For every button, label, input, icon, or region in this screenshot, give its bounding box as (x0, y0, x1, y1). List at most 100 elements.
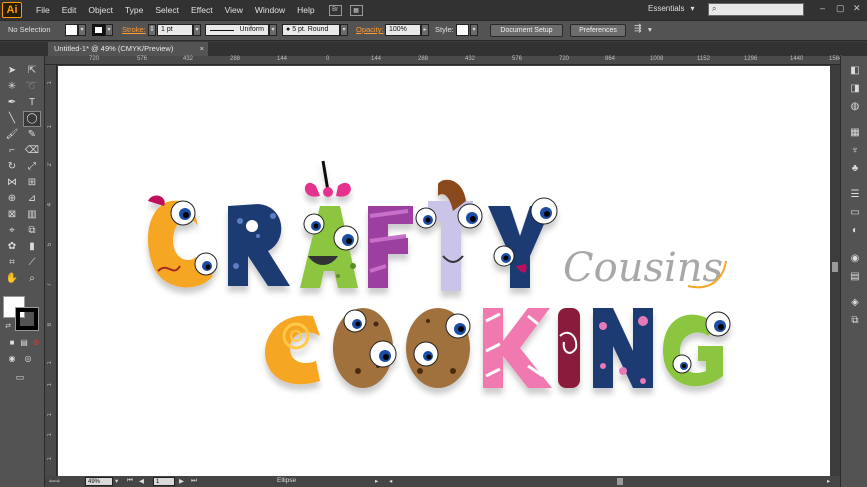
opacity-field[interactable]: 100% (385, 24, 421, 36)
free-transform-tool-icon[interactable]: ⊞ (24, 176, 40, 190)
swatches-icon[interactable]: ▦ (847, 126, 863, 140)
none-mode-icon[interactable]: ⊘ (28, 336, 44, 350)
symbol-sprayer-tool-icon[interactable]: ✿ (4, 240, 20, 254)
workspace-switcher[interactable]: Essentials ▾ (648, 4, 694, 13)
perspective-grid-tool-icon[interactable]: ⊿ (24, 192, 40, 206)
transparency-icon[interactable]: ◐ (847, 224, 863, 238)
shape-builder-tool-icon[interactable]: ⊕ (4, 192, 20, 206)
hand-tool-icon[interactable]: ✋ (4, 272, 20, 286)
screen-mode-icon[interactable]: ▭ (12, 370, 28, 384)
color-guide-icon[interactable]: ◨ (847, 82, 863, 96)
slice-tool-icon[interactable]: ⟋ (24, 256, 40, 270)
lasso-tool-icon[interactable]: ➰ (24, 80, 40, 94)
pencil-tool-icon[interactable]: ✎ (24, 128, 40, 142)
first-artboard-icon[interactable]: ⏮ (127, 477, 133, 485)
opacity-dropdown-icon[interactable]: ▸ (421, 24, 429, 36)
arrange-documents-icon[interactable]: ▦ (349, 4, 363, 16)
swap-colors-icon[interactable]: ⇄ (3, 320, 13, 334)
stroke-weight-field[interactable]: 1 pt (157, 24, 193, 36)
eyedropper-tool-icon[interactable]: ⌖ (4, 224, 20, 238)
menu-view[interactable]: View (219, 5, 249, 15)
stroke-weight-stepper[interactable]: ⇕ (148, 24, 156, 36)
zoom-dropdown-icon[interactable]: ▾ (115, 477, 118, 485)
zoom-field[interactable]: 49% (85, 477, 113, 486)
document-setup-button[interactable]: Document Setup (490, 24, 563, 37)
profile-dropdown-icon[interactable]: ▾ (269, 24, 277, 36)
status-nav-icon[interactable]: ⇦⇨ (49, 477, 60, 485)
preferences-button[interactable]: Preferences (570, 24, 626, 37)
variable-width-profile-select[interactable]: Uniform (205, 24, 269, 36)
menu-select[interactable]: Select (149, 5, 185, 15)
rotate-tool-icon[interactable]: ↻ (4, 160, 20, 174)
selection-tool-icon[interactable]: ➤ (4, 64, 20, 78)
prev-artboard-icon[interactable]: ◀ (139, 477, 144, 485)
type-tool-icon[interactable]: T (24, 96, 40, 110)
stroke-panel-icon[interactable]: ☰ (847, 188, 863, 202)
graphic-style-swatch[interactable] (456, 24, 469, 36)
close-icon[interactable]: ✕ (853, 3, 861, 14)
menu-window[interactable]: Window (249, 5, 291, 15)
opacity-label[interactable]: Opacity: (356, 25, 384, 34)
artboard-canvas[interactable]: Cousins (58, 66, 830, 476)
menu-edit[interactable]: Edit (56, 5, 83, 15)
gradient-panel-icon[interactable]: ▭ (847, 206, 863, 220)
draw-normal-icon[interactable]: ◉ (4, 352, 20, 366)
vertical-scrollbar[interactable] (830, 66, 840, 476)
line-tool-icon[interactable]: ╲ (4, 112, 20, 126)
minimize-icon[interactable]: – (820, 3, 825, 13)
artboard-tool-icon[interactable]: ⌗ (4, 256, 20, 270)
menu-object[interactable]: Object (82, 5, 119, 15)
color-panel-icon[interactable]: ◧ (847, 64, 863, 78)
draw-behind-icon[interactable]: ◎ (20, 352, 36, 366)
status-menu-icon[interactable]: ▸ (375, 477, 378, 485)
scale-tool-icon[interactable]: ⤢ (24, 160, 40, 174)
stroke-dropdown-icon[interactable]: ▾ (105, 24, 113, 36)
graphic-styles-icon[interactable]: ◉ (847, 252, 863, 266)
stroke-label[interactable]: Stroke: (122, 25, 146, 34)
menu-help[interactable]: Help (291, 5, 320, 15)
width-tool-icon[interactable]: ⋈ (4, 176, 20, 190)
zoom-tool-icon[interactable]: ⌕ (24, 272, 40, 286)
maximize-icon[interactable]: ▢ (836, 3, 845, 14)
style-dropdown-icon[interactable]: ▾ (470, 24, 478, 36)
last-artboard-icon[interactable]: ⏭ (191, 477, 197, 485)
scroll-right-icon[interactable]: ▸ (827, 477, 830, 485)
layers-icon[interactable]: ▤ (847, 270, 863, 284)
document-tab[interactable]: Untitled-1* @ 49% (CMYK/Preview) × (48, 42, 208, 56)
align-icon[interactable]: ⧉ (847, 314, 863, 328)
brushes-icon[interactable]: ♆ (847, 144, 863, 158)
brush-definition-select[interactable]: ● 5 pt. Round (282, 24, 340, 36)
magic-wand-tool-icon[interactable]: ✳ (4, 80, 20, 94)
mesh-tool-icon[interactable]: ⊠ (4, 208, 20, 222)
stroke-color-swatch[interactable] (92, 24, 105, 36)
column-graph-tool-icon[interactable]: ▮ (24, 240, 40, 254)
menu-type[interactable]: Type (119, 5, 149, 15)
search-input[interactable]: ⌕ (708, 3, 804, 16)
menu-effect[interactable]: Effect (185, 5, 219, 15)
appearance-icon[interactable]: ◍ (847, 100, 863, 114)
stroke-color-box[interactable] (15, 307, 39, 331)
bridge-button[interactable]: Br (328, 4, 342, 16)
blob-brush-tool-icon[interactable]: ⌐ (4, 144, 20, 158)
next-artboard-icon[interactable]: ▶ (179, 477, 184, 485)
arrange-icon[interactable]: ⇶ (634, 23, 642, 34)
menu-file[interactable]: File (30, 5, 56, 15)
vertical-scroll-thumb[interactable] (832, 262, 838, 272)
gradient-tool-icon[interactable]: ▥ (24, 208, 40, 222)
symbols-icon[interactable]: ♣ (847, 162, 863, 176)
horizontal-scroll-thumb[interactable] (617, 478, 623, 485)
fill-dropdown-icon[interactable]: ▾ (78, 24, 86, 36)
scroll-left-icon[interactable]: ◂ (389, 477, 392, 485)
stroke-weight-dropdown-icon[interactable]: ▾ (193, 24, 201, 36)
close-tab-icon[interactable]: × (200, 42, 204, 56)
panel-menu-icon[interactable]: ▾ (648, 25, 652, 34)
eraser-tool-icon[interactable]: ⌫ (24, 144, 40, 158)
blend-tool-icon[interactable]: ⧉ (24, 224, 40, 238)
artboards-icon[interactable]: ◈ (847, 296, 863, 310)
brush-dropdown-icon[interactable]: ▾ (340, 24, 348, 36)
ellipse-tool-icon[interactable]: ◯ (23, 111, 41, 127)
direct-selection-tool-icon[interactable]: ⇱ (24, 64, 40, 78)
paintbrush-tool-icon[interactable]: 🖌 (4, 128, 20, 142)
pen-tool-icon[interactable]: ✒ (4, 96, 20, 110)
artboard-number-field[interactable]: 1 (153, 477, 175, 486)
